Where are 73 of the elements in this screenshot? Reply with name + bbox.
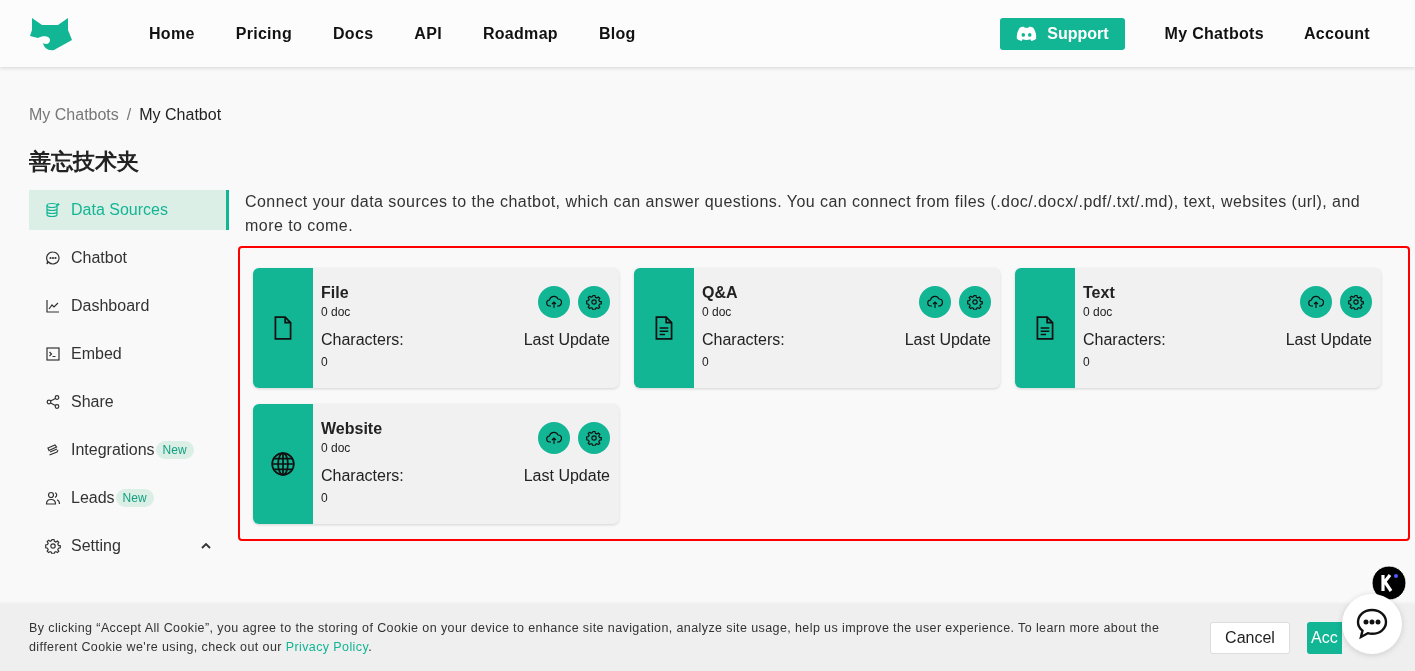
settings-icon [586, 294, 602, 310]
nav-link[interactable]: Docs [333, 24, 374, 43]
term-icon [45, 346, 61, 362]
last-update-label: Last Update [904, 331, 991, 349]
page-title: 善忘技术夹 [29, 148, 140, 175]
sidebar-item[interactable]: Embed [29, 334, 229, 374]
sidebar-item[interactable]: Leads New [29, 478, 229, 518]
settings-button[interactable] [578, 422, 610, 454]
new-badge: New [115, 489, 154, 507]
nav-link[interactable]: My Chatbots [1164, 24, 1264, 43]
nav-link[interactable]: Account [1303, 24, 1370, 43]
new-badge: New [155, 441, 194, 459]
sidebar-item[interactable]: Chatbot [29, 238, 229, 278]
settings-icon [967, 294, 983, 310]
cloud-upload-icon [927, 294, 943, 310]
source-name: Text [1083, 284, 1115, 302]
doc-count: 0 doc [1083, 305, 1114, 319]
doc-count: 0 doc [702, 305, 733, 319]
characters-count: 0 [321, 491, 329, 505]
users-icon [45, 490, 61, 506]
fox-logo-icon[interactable] [28, 15, 72, 52]
cancel-button[interactable]: Cancel [1210, 621, 1290, 654]
chat-bubble-icon [1354, 606, 1390, 642]
nav-link[interactable]: Roadmap [482, 24, 558, 43]
cloud-upload-icon [546, 294, 562, 310]
upload-button[interactable] [538, 422, 570, 454]
gear-icon [45, 538, 61, 554]
sidebar-item[interactable]: Setting [29, 526, 229, 566]
source-name: File [321, 284, 350, 302]
characters-count: 0 [1083, 355, 1091, 369]
characters-count: 0 [702, 355, 710, 369]
nav-link[interactable]: Blog [598, 24, 636, 43]
characters-label: Characters: [702, 331, 785, 349]
settings-button[interactable] [959, 286, 991, 318]
last-update-label: Last Update [1285, 331, 1372, 349]
characters-label: Characters: [1083, 331, 1166, 349]
settings-button[interactable] [1340, 286, 1372, 318]
cloud-upload-icon [1308, 294, 1324, 310]
characters-label: Characters: [321, 331, 404, 349]
settings-icon [1348, 294, 1364, 310]
chat-icon [45, 250, 61, 266]
characters-count: 0 [321, 355, 329, 369]
sidebar-item[interactable]: Dashboard [29, 286, 229, 326]
breadcrumb-separator: / [126, 106, 132, 124]
source-name: Q&A [702, 284, 738, 302]
doc-count: 0 doc [321, 305, 351, 319]
nav-link[interactable]: Pricing [235, 24, 292, 43]
characters-label: Characters: [321, 467, 404, 485]
upload-button[interactable] [1300, 286, 1332, 318]
link-icon [45, 442, 61, 458]
cloud-upload-icon [546, 430, 562, 446]
source-name: Website [321, 420, 383, 438]
sidebar-item[interactable]: Share [29, 382, 229, 422]
settings-icon [586, 430, 602, 446]
share-icon [45, 394, 61, 410]
last-update-label: Last Update [523, 331, 610, 349]
k-logo-icon[interactable] [1371, 565, 1407, 601]
breadcrumb-link[interactable]: My Chatbots [29, 106, 119, 124]
upload-button[interactable] [538, 286, 570, 318]
intro-text: Connect your data sources to the chatbot, which can answer questions. You can connect from files (.doc/.docx/.pdf/.txt/.md), text, websites (url), and more to come. [245, 192, 1362, 236]
breadcrumb-current: My Chatbot [139, 106, 222, 124]
settings-button[interactable] [578, 286, 610, 318]
db-icon [45, 202, 61, 218]
globe-icon [270, 451, 296, 477]
discord-icon [1016, 25, 1038, 42]
cookie-notice: By clicking “Accept All Cookie”, you agree to the storing of Cookie on your device to enhance site navigation, analyze site usage, help us improve the user experience. To learn more about the different Cookie we're using, check out our Privacy Policy. [29, 619, 1161, 656]
doc-count: 0 doc [321, 441, 352, 455]
nav-link[interactable]: API [414, 24, 442, 43]
nav-link[interactable]: Home [149, 24, 195, 43]
chart-icon [45, 298, 61, 314]
last-update-label: Last Update [523, 467, 610, 485]
sidebar-item[interactable]: Integrations New [29, 430, 229, 470]
upload-button[interactable] [919, 286, 951, 318]
